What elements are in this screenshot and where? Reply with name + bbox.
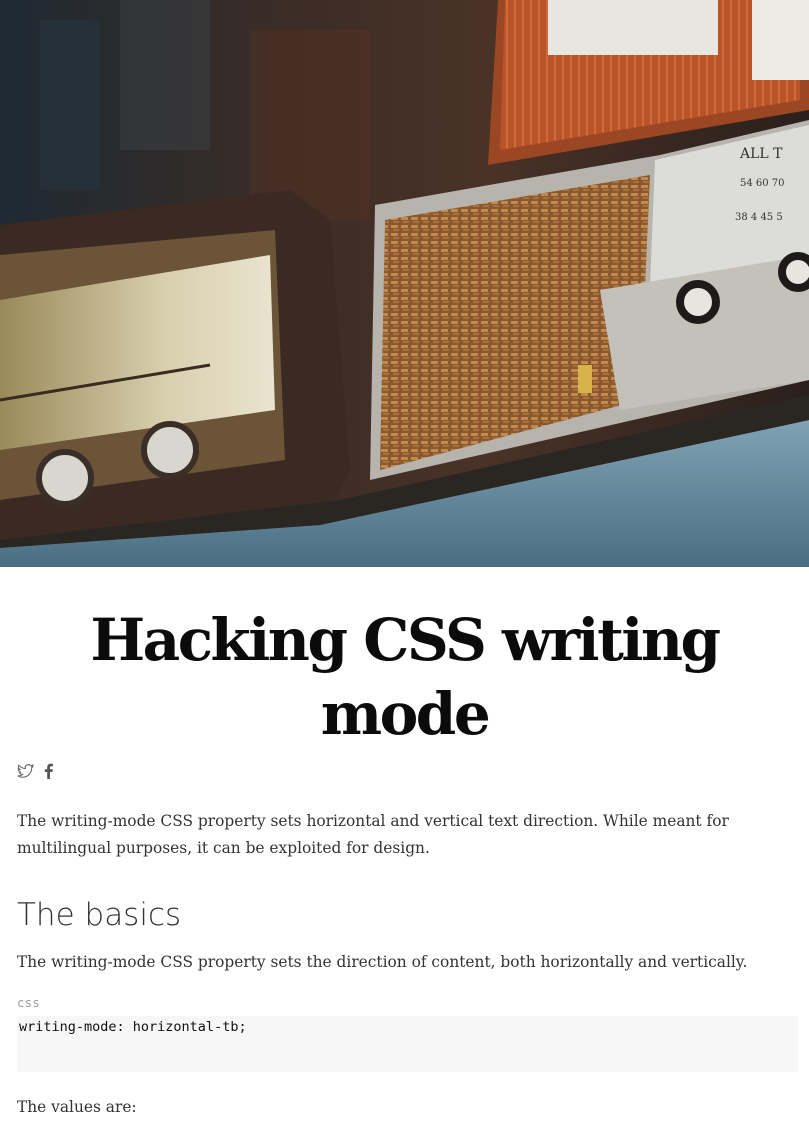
facebook-icon[interactable] [44, 763, 53, 779]
code-block[interactable]: writing-mode: horizontal-tb; [17, 1016, 798, 1072]
code-content: writing-mode: horizontal-tb; [19, 1019, 247, 1035]
article-title: Hacking CSS writing mode [90, 606, 721, 748]
svg-text:38 4 45 5: 38 4 45 5 [735, 212, 783, 223]
svg-text:54 60 70: 54 60 70 [740, 178, 785, 189]
values-intro: The values are: [17, 1098, 137, 1116]
intro-paragraph: The writing-mode CSS property sets horiz… [17, 812, 729, 857]
twitter-icon[interactable] [17, 763, 34, 779]
code-language-label: css [17, 996, 41, 1010]
share-links [17, 761, 792, 781]
section-heading: The basics [17, 897, 182, 933]
article: Hacking CSS writing mode The writing-mod… [0, 603, 809, 1121]
section-paragraph: The writing-mode CSS property sets the d… [17, 953, 748, 971]
svg-text:ALL T: ALL T [739, 146, 783, 162]
hero-image: ALL T 54 60 70 38 4 45 5 [0, 0, 809, 567]
vintage-radios-photo: ALL T 54 60 70 38 4 45 5 [0, 0, 809, 567]
